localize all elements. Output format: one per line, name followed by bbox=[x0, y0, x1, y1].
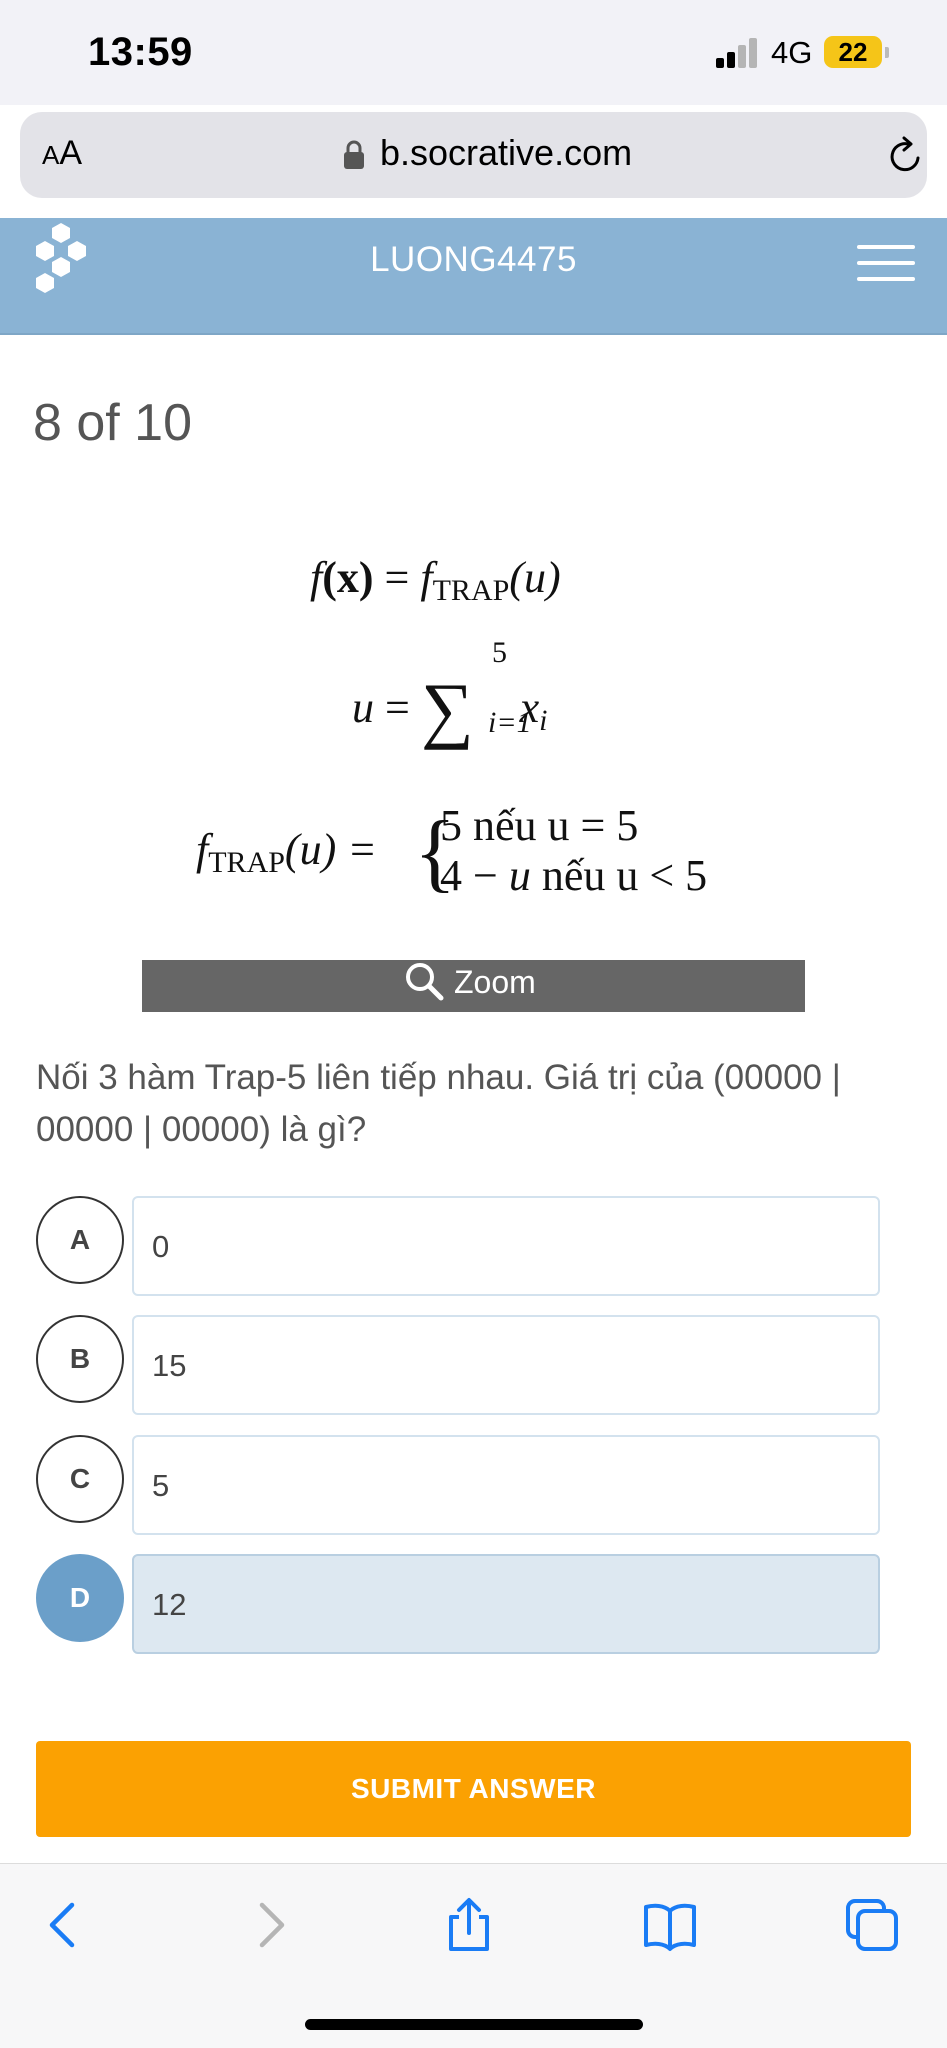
url-text[interactable]: b.socrative.com bbox=[380, 132, 632, 174]
magnifier-icon[interactable] bbox=[404, 961, 444, 1001]
status-bar: 13:59 4G 22 bbox=[0, 0, 947, 105]
home-indicator bbox=[305, 2019, 643, 2030]
answer-option-c[interactable]: C 5 bbox=[0, 1435, 947, 1535]
option-box[interactable]: 0 bbox=[132, 1196, 880, 1296]
hamburger-menu-icon[interactable] bbox=[857, 243, 915, 283]
answer-option-b[interactable]: B 15 bbox=[0, 1315, 947, 1415]
back-icon[interactable] bbox=[36, 1897, 92, 1953]
option-text: 5 bbox=[152, 1468, 170, 1503]
battery-icon: 22 bbox=[824, 36, 882, 68]
formula-line-3: fTRAP(u) = { 5 nếu u = 5 4 − u nếu u < 5 bbox=[196, 801, 708, 901]
signal-icon bbox=[716, 38, 758, 68]
share-icon[interactable] bbox=[441, 1897, 497, 1953]
submit-answer-button[interactable]: SUBMIT ANSWER bbox=[36, 1741, 911, 1837]
bookmarks-icon[interactable] bbox=[642, 1897, 698, 1953]
status-time: 13:59 bbox=[88, 30, 193, 74]
text-size-button[interactable]: AA bbox=[42, 134, 82, 173]
option-box[interactable]: 15 bbox=[132, 1315, 880, 1415]
address-bar[interactable]: AA b.socrative.com bbox=[20, 112, 927, 198]
option-letter[interactable]: C bbox=[36, 1435, 124, 1523]
answer-option-a[interactable]: A 0 bbox=[0, 1196, 947, 1296]
question-text: Nối 3 hàm Trap-5 liên tiếp nhau. Giá trị… bbox=[36, 1058, 841, 1149]
option-text: 15 bbox=[152, 1348, 187, 1383]
lock-icon bbox=[344, 140, 364, 169]
option-text: 12 bbox=[152, 1587, 187, 1622]
answer-option-d[interactable]: D 12 bbox=[0, 1554, 947, 1654]
option-letter[interactable]: A bbox=[36, 1196, 124, 1284]
room-name: LUONG4475 bbox=[370, 240, 577, 279]
option-box[interactable]: 5 bbox=[132, 1435, 880, 1535]
formula-line-2: u = ∑ xi 5 i=1 bbox=[352, 636, 548, 751]
tabs-icon[interactable] bbox=[844, 1897, 900, 1953]
option-letter[interactable]: B bbox=[36, 1315, 124, 1403]
zoom-label[interactable]: Zoom bbox=[454, 964, 536, 1001]
option-letter[interactable]: D bbox=[36, 1554, 124, 1642]
question-progress: 8 of 10 bbox=[33, 394, 193, 452]
network-label: 4G bbox=[771, 35, 813, 70]
battery-tip bbox=[885, 47, 889, 58]
option-box[interactable]: 12 bbox=[132, 1554, 880, 1654]
option-text: 0 bbox=[152, 1229, 170, 1264]
formula-line-1: f(x) = fTRAP(u) bbox=[310, 553, 561, 607]
reload-icon[interactable] bbox=[886, 136, 926, 176]
forward-icon[interactable] bbox=[242, 1897, 298, 1953]
